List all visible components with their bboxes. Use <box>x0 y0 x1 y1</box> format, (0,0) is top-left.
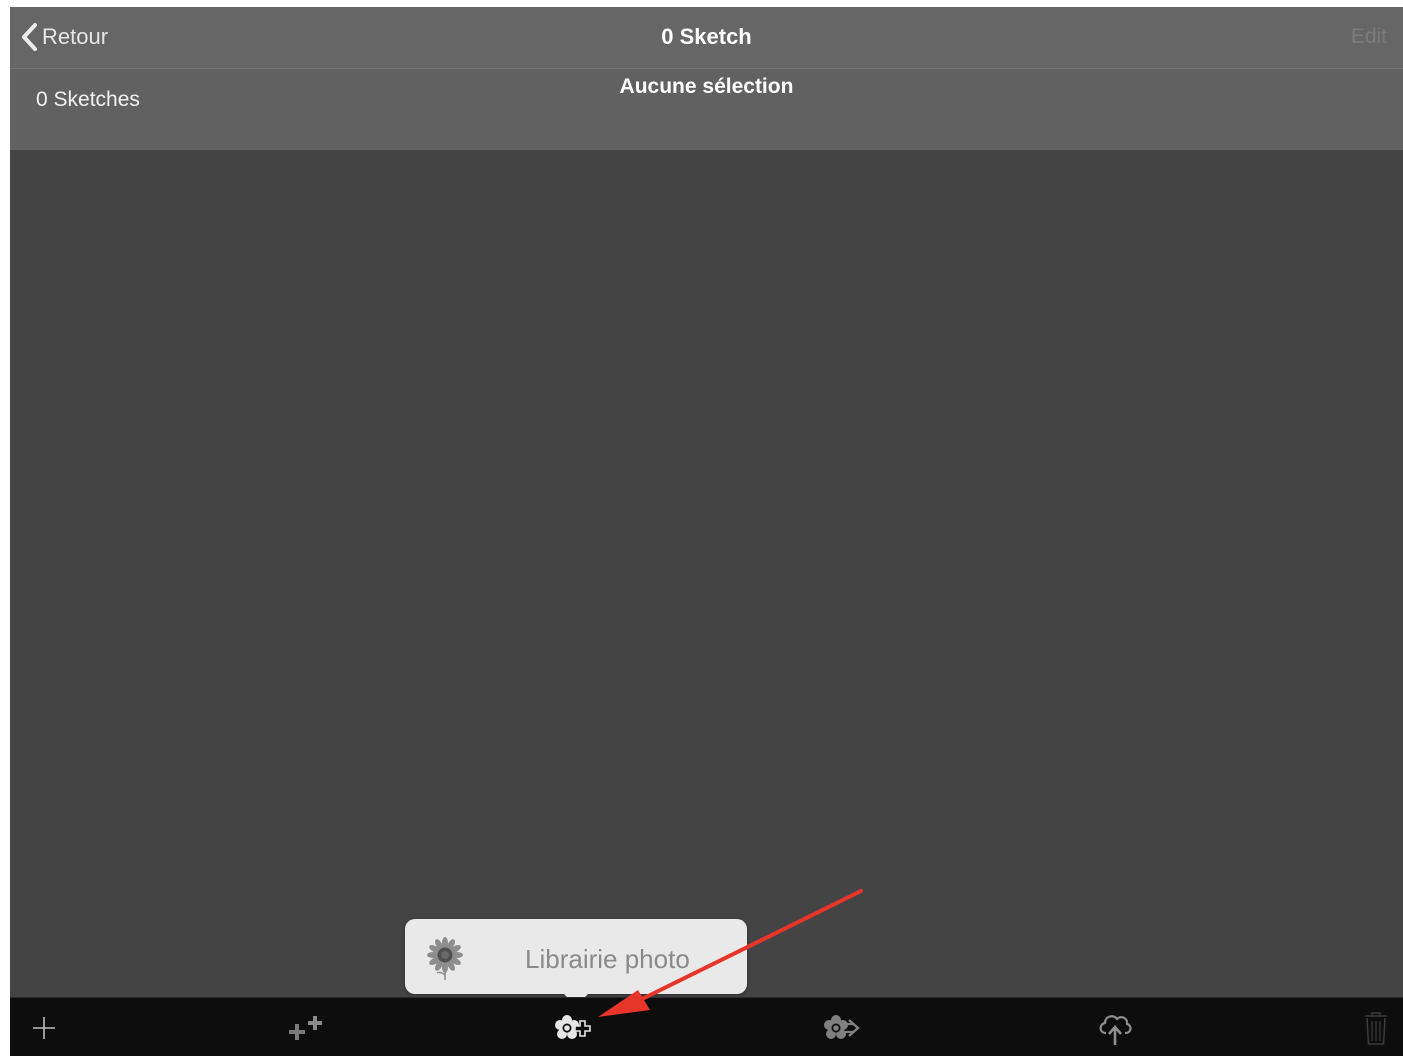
navigation-bar: Retour 0 Sketch Edit <box>10 7 1403 69</box>
page-title: 0 Sketch <box>661 24 752 49</box>
sketch-list-area <box>10 150 1403 997</box>
edit-button[interactable]: Edit <box>1351 25 1387 49</box>
trash-icon <box>1365 1011 1387 1045</box>
app-window: Retour 0 Sketch Edit 0 Sketches Aucune s… <box>10 7 1403 1056</box>
add-sketch-button[interactable] <box>20 998 68 1056</box>
cloud-upload-icon <box>1099 1014 1132 1045</box>
sketch-header: 0 Sketches Aucune sélection <box>10 69 1403 150</box>
trash-button[interactable] <box>1354 998 1398 1056</box>
plus-icon <box>33 1016 55 1039</box>
selection-status: Aucune sélection <box>619 75 794 98</box>
photo-library-popover-item[interactable]: Librairie photo <box>405 919 747 1006</box>
photo-library-label: Librairie photo <box>525 944 690 974</box>
sunflower-icon <box>427 937 463 980</box>
export-photo-icon <box>824 1014 860 1039</box>
add-multiple-button[interactable] <box>282 998 332 1056</box>
cloud-upload-button[interactable] <box>1090 998 1140 1056</box>
add-multiple-icon <box>289 1015 322 1040</box>
photo-library-button[interactable] <box>548 998 598 1056</box>
export-photo-button[interactable] <box>818 998 868 1056</box>
bottom-toolbar <box>10 997 1403 1056</box>
photo-library-add-icon <box>555 1014 591 1039</box>
